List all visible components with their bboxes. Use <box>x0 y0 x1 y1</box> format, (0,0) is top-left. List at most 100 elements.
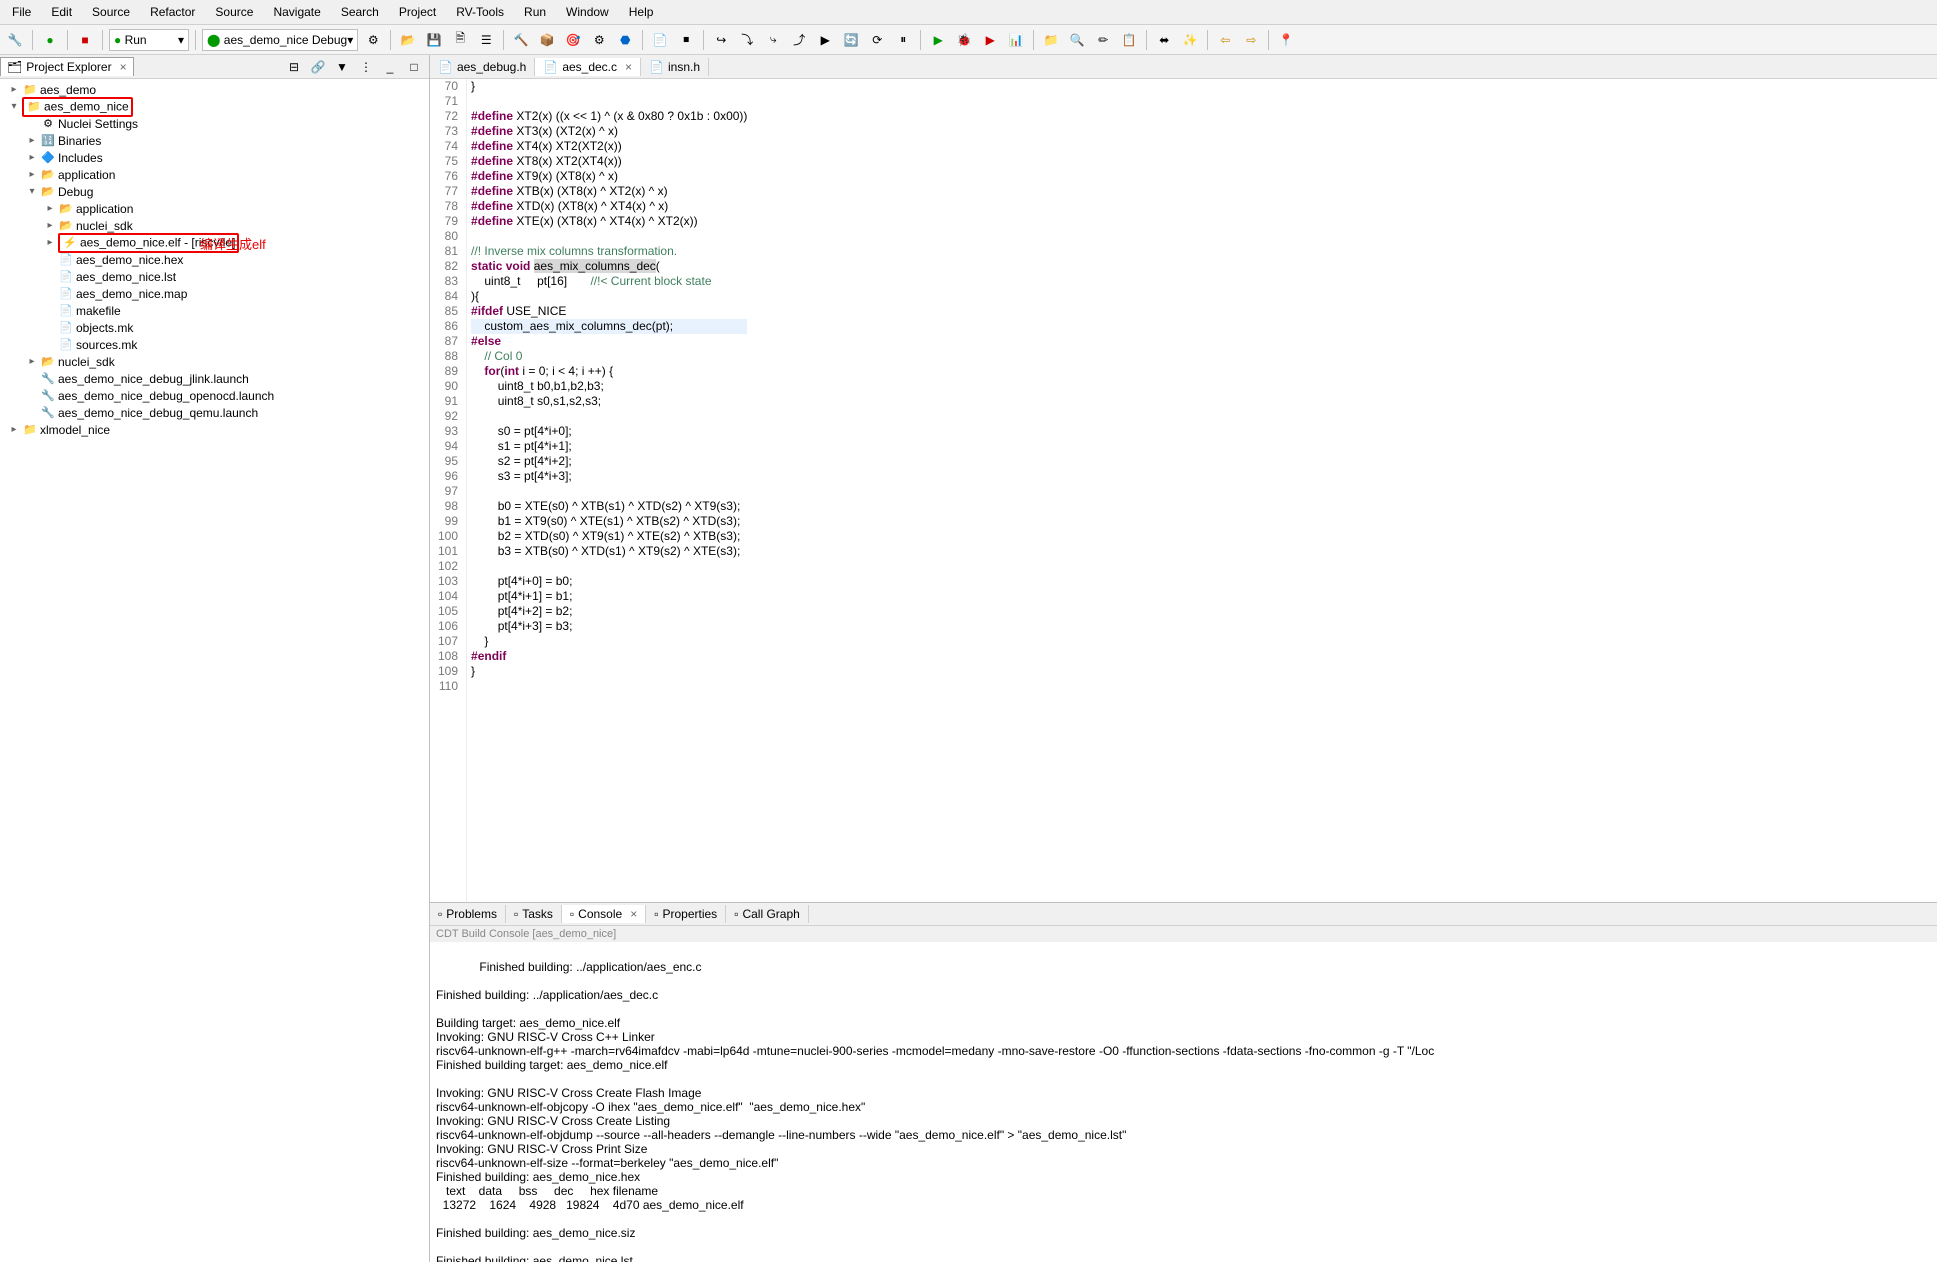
tree-item[interactable]: 🔧aes_demo_nice_debug_openocd.launch <box>2 387 427 404</box>
tree-item[interactable]: ▸📂nuclei_sdk <box>2 217 427 234</box>
code-line[interactable] <box>471 559 747 574</box>
gear-icon[interactable]: ⚙ <box>362 29 384 51</box>
view-menu-icon[interactable]: ⋮ <box>355 56 377 78</box>
maximize-icon[interactable]: □ <box>403 56 425 78</box>
tree-item[interactable]: 🔧aes_demo_nice_debug_qemu.launch <box>2 404 427 421</box>
close-icon[interactable]: × <box>625 60 632 74</box>
menu-search[interactable]: Search <box>333 3 387 21</box>
collapse-all-icon[interactable]: ⊟ <box>283 56 305 78</box>
tree-twist-icon[interactable]: ▸ <box>42 237 58 248</box>
task-icon[interactable]: 📋 <box>1118 29 1140 51</box>
code-line[interactable]: for(int i = 0; i < 4; i ++) { <box>471 364 747 379</box>
tree-item[interactable]: ▸🔷Includes <box>2 149 427 166</box>
stop2-icon[interactable]: ⏹ <box>675 29 697 51</box>
code-line[interactable]: #endif <box>471 649 747 664</box>
code-line[interactable]: #define XTE(x) (XT8(x) ^ XT4(x) ^ XT2(x)… <box>471 214 747 229</box>
step-over-icon[interactable]: ⤵ <box>736 29 758 51</box>
menu-window[interactable]: Window <box>558 3 617 21</box>
menu-source[interactable]: Source <box>207 3 261 21</box>
tree-twist-icon[interactable]: ▸ <box>6 84 22 95</box>
code-line[interactable]: #define XT4(x) XT2(XT2(x)) <box>471 139 747 154</box>
new-icon[interactable]: 📄 <box>649 29 671 51</box>
editor-tab[interactable]: 📄aes_dec.c× <box>535 58 641 76</box>
resume-icon[interactable]: ▶ <box>814 29 836 51</box>
code-line[interactable] <box>471 409 747 424</box>
code-content[interactable]: } #define XT2(x) ((x << 1) ^ (x & 0x80 ? … <box>467 79 751 902</box>
debug2-icon[interactable]: 🐞 <box>953 29 975 51</box>
tree-twist-icon[interactable]: ▸ <box>24 152 40 163</box>
settings-icon[interactable]: ⚙ <box>588 29 610 51</box>
step-out-icon[interactable]: ⤴ <box>788 29 810 51</box>
code-line[interactable]: #else <box>471 334 747 349</box>
save-icon[interactable]: 💾 <box>423 29 445 51</box>
code-line[interactable]: b0 = XTE(s0) ^ XTB(s1) ^ XTD(s2) ^ XT9(s… <box>471 499 747 514</box>
bottom-tab-console[interactable]: ▫Console× <box>562 905 646 923</box>
tree-item[interactable]: ▾📂Debug <box>2 183 427 200</box>
project-tree[interactable]: ▸📁aes_demo▾📁aes_demo_nice⚙Nuclei Setting… <box>0 79 429 1262</box>
code-line[interactable]: ){ <box>471 289 747 304</box>
minimize-icon[interactable]: _ <box>379 56 401 78</box>
filter-icon[interactable]: ▼ <box>331 56 353 78</box>
code-line[interactable]: uint8_t pt[16] //!< Current block state <box>471 274 747 289</box>
code-line[interactable]: s2 = pt[4*i+2]; <box>471 454 747 469</box>
bottom-tab-tasks[interactable]: ▫Tasks <box>506 905 562 923</box>
step-icon[interactable]: ↪ <box>710 29 732 51</box>
target-icon[interactable]: 🎯 <box>562 29 584 51</box>
tree-item[interactable]: 📄sources.mk <box>2 336 427 353</box>
align-icon[interactable]: ⬌ <box>1153 29 1175 51</box>
tree-item[interactable]: 🔧aes_demo_nice_debug_jlink.launch <box>2 370 427 387</box>
code-line[interactable]: #define XT9(x) (XT8(x) ^ x) <box>471 169 747 184</box>
tree-twist-icon[interactable]: ▸ <box>24 169 40 180</box>
pen-icon[interactable]: ✏ <box>1092 29 1114 51</box>
code-line[interactable]: #define XTD(x) (XT8(x) ^ XT4(x) ^ x) <box>471 199 747 214</box>
tree-item[interactable]: ▾📁aes_demo_nice <box>2 98 427 115</box>
tree-item[interactable]: 📄aes_demo_nice.lst <box>2 268 427 285</box>
back-icon[interactable]: ⇦ <box>1214 29 1236 51</box>
run-mode-combo[interactable]: ● Run▾ <box>109 29 189 51</box>
run2-icon[interactable]: ▶ <box>927 29 949 51</box>
code-line[interactable]: uint8_t s0,s1,s2,s3; <box>471 394 747 409</box>
code-line[interactable] <box>471 679 747 694</box>
code-line[interactable]: uint8_t b0,b1,b2,b3; <box>471 379 747 394</box>
restart-icon[interactable]: ⟳ <box>866 29 888 51</box>
fwd-icon[interactable]: ⇨ <box>1240 29 1262 51</box>
code-line[interactable]: b1 = XT9(s0) ^ XTE(s1) ^ XTB(s2) ^ XTD(s… <box>471 514 747 529</box>
code-line[interactable]: static void aes_mix_columns_dec( <box>471 259 747 274</box>
menu-file[interactable]: File <box>4 3 39 21</box>
menu-source[interactable]: Source <box>84 3 138 21</box>
code-editor[interactable]: 7071727374757677787980818283848586878889… <box>430 79 1937 902</box>
code-line[interactable]: #define XT2(x) ((x << 1) ^ (x & 0x80 ? 0… <box>471 109 747 124</box>
code-line[interactable] <box>471 94 747 109</box>
code-line[interactable]: } <box>471 634 747 649</box>
tree-item[interactable]: 📄objects.mk <box>2 319 427 336</box>
code-line[interactable]: #define XT8(x) XT2(XT4(x)) <box>471 154 747 169</box>
bottom-tab-call-graph[interactable]: ▫Call Graph <box>726 905 809 923</box>
tree-twist-icon[interactable]: ▸ <box>6 424 22 435</box>
run-icon[interactable]: ● <box>39 29 61 51</box>
code-line[interactable]: pt[4*i+1] = b1; <box>471 589 747 604</box>
tree-twist-icon[interactable]: ▾ <box>24 186 40 197</box>
stop-icon[interactable]: ■ <box>74 29 96 51</box>
tree-item[interactable]: 📄aes_demo_nice.hex <box>2 251 427 268</box>
refresh-icon[interactable]: 🔄 <box>840 29 862 51</box>
menu-refactor[interactable]: Refactor <box>142 3 203 21</box>
editor-tab[interactable]: 📄aes_debug.h <box>430 58 535 76</box>
tree-item[interactable]: ▸📂application <box>2 200 427 217</box>
tree-item[interactable]: ▸📁aes_demo <box>2 81 427 98</box>
code-line[interactable]: pt[4*i+2] = b2; <box>471 604 747 619</box>
code-line[interactable] <box>471 484 747 499</box>
code-line[interactable] <box>471 229 747 244</box>
profile-icon[interactable]: 📊 <box>1005 29 1027 51</box>
marker-icon[interactable]: 📍 <box>1275 29 1297 51</box>
menu-rv-tools[interactable]: RV-Tools <box>448 3 512 21</box>
code-line[interactable]: } <box>471 664 747 679</box>
close-icon[interactable]: × <box>630 907 637 921</box>
menu-help[interactable]: Help <box>621 3 662 21</box>
code-line[interactable]: #ifdef USE_NICE <box>471 304 747 319</box>
tree-item[interactable]: ▸📂nuclei_sdk <box>2 353 427 370</box>
tree-item[interactable]: ▸📁xlmodel_nice <box>2 421 427 438</box>
open-type-icon[interactable]: 🔍 <box>1066 29 1088 51</box>
code-line[interactable]: s0 = pt[4*i+0]; <box>471 424 747 439</box>
code-line[interactable]: } <box>471 79 747 94</box>
tree-item[interactable]: 📄makefile <box>2 302 427 319</box>
